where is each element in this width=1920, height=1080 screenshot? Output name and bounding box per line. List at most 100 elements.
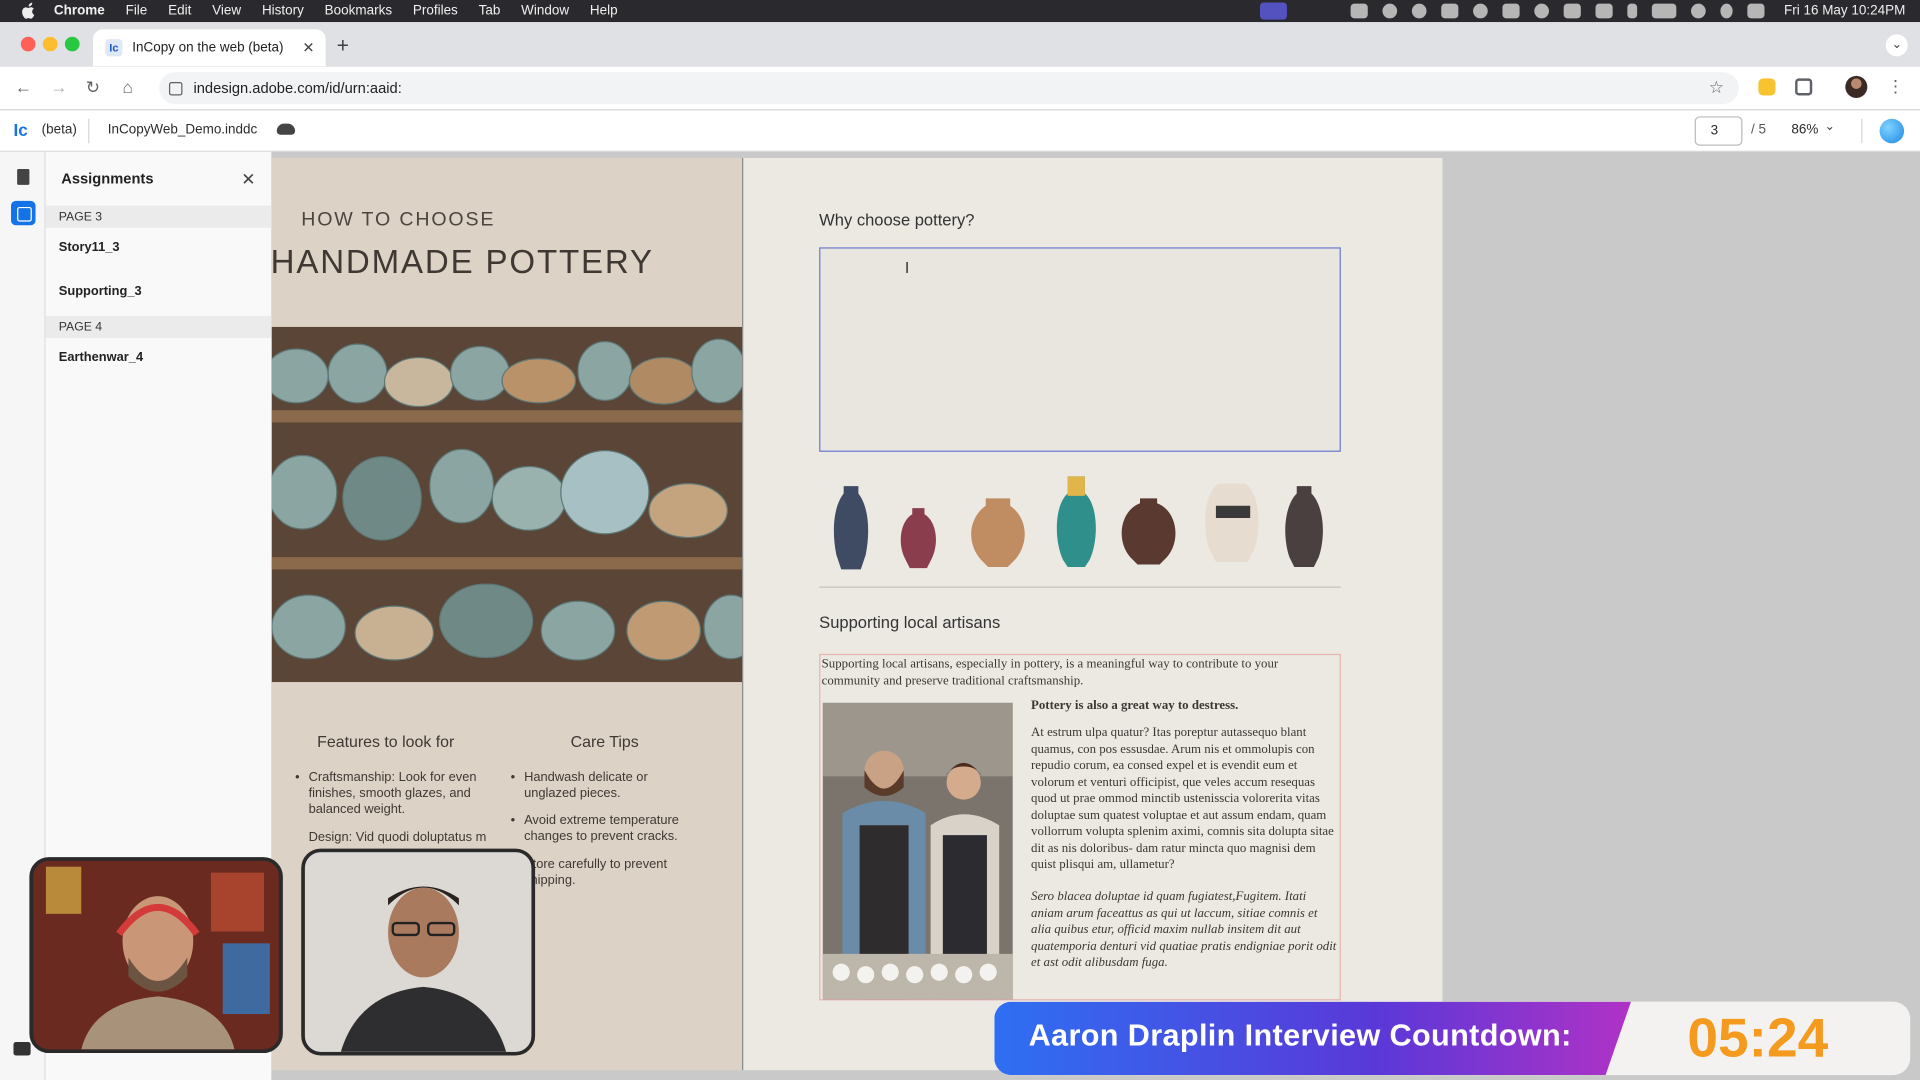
extension-icon[interactable] [1758, 78, 1776, 96]
page-kicker[interactable]: HOW TO CHOOSE [301, 209, 495, 231]
back-arrow-icon[interactable]: ← [15, 77, 32, 97]
divider-rule [819, 586, 1341, 588]
document-icon[interactable] [11, 167, 35, 191]
menu-profiles[interactable]: Profiles [413, 4, 458, 19]
artisans-heading[interactable]: Supporting local artisans [819, 613, 1000, 631]
page-3-right: Why choose pottery? I Supporting local a… [742, 157, 1443, 1071]
control-center-icon[interactable] [1747, 3, 1765, 19]
grammarly-icon[interactable] [1473, 3, 1488, 19]
browser-toolbar: ← → ↻ ⌂ indesign.adobe.com/id/urn:aaid: … [0, 66, 1920, 111]
features-bullet[interactable]: Craftsmanship: Look for even finishes, s… [295, 770, 490, 818]
countdown-label: Aaron Draplin Interview Countdown: [1028, 1018, 1572, 1054]
macos-menu-bar: Chrome File Edit View History Bookmarks … [0, 0, 1920, 23]
menu-tab[interactable]: Tab [479, 4, 501, 19]
screen: Chrome File Edit View History Bookmarks … [0, 0, 1920, 1080]
window-zoom-button[interactable] [64, 36, 80, 52]
care-tip-bullet[interactable]: Store carefully to prevent chipping. [511, 857, 695, 889]
panel-close-icon[interactable]: ✕ [241, 169, 255, 190]
wifi-icon[interactable] [1690, 3, 1706, 19]
menu-clock[interactable]: Fri 16 May 10:24PM [1784, 4, 1905, 19]
moon-icon[interactable] [1534, 3, 1549, 19]
assignment-item-supporting-3[interactable]: Supporting_3 [59, 284, 142, 299]
user-avatar-icon[interactable] [1879, 118, 1905, 144]
font-icon[interactable] [1502, 3, 1520, 19]
menu-window[interactable]: Window [521, 4, 569, 19]
volume-icon[interactable] [1563, 3, 1581, 19]
bookmark-star-icon[interactable]: ☆ [1709, 77, 1724, 98]
divider [1861, 118, 1863, 144]
menu-help[interactable]: Help [590, 4, 618, 19]
profile-avatar-icon[interactable] [1845, 75, 1868, 98]
features-heading[interactable]: Features to look for [317, 732, 454, 750]
new-tab-button[interactable]: + [337, 34, 349, 58]
menu-edit[interactable]: Edit [168, 4, 191, 19]
extensions-puzzle-icon[interactable] [1795, 78, 1813, 96]
webcam-feed-2 [301, 848, 536, 1056]
zoom-chevron-down-icon[interactable]: ⌄ [1824, 120, 1834, 133]
battery-icon[interactable] [1651, 3, 1677, 19]
display-icon[interactable] [1595, 3, 1613, 19]
spotlight-icon[interactable] [1720, 3, 1733, 19]
webcam-feed-1 [29, 857, 283, 1054]
tab-close-icon[interactable]: ✕ [302, 39, 314, 56]
page-number-input[interactable]: 3 [1694, 116, 1743, 146]
incopy-app-bar: Ic (beta) InCopyWeb_Demo.inddc 3 / 5 86%… [0, 110, 1920, 152]
apple-logo-icon[interactable] [20, 2, 37, 19]
pottery-shelf-image[interactable] [271, 326, 743, 683]
countdown-label-bg: Aaron Draplin Interview Countdown: [994, 1001, 1632, 1076]
vases-image[interactable] [819, 474, 1341, 572]
status-icons: Fri 16 May 10:24PM [1259, 0, 1905, 22]
zoom-level[interactable]: 86% [1791, 122, 1818, 137]
creative-cloud-icon[interactable] [1382, 3, 1398, 19]
beta-label: (beta) [41, 122, 77, 138]
menu-app-name[interactable]: Chrome [54, 4, 105, 19]
icloud-icon[interactable] [1441, 3, 1459, 19]
menu-history[interactable]: History [262, 4, 304, 19]
destress-line[interactable]: Pottery is also a great way to destress. [1031, 698, 1238, 715]
assignments-icon[interactable] [11, 200, 36, 226]
countdown-banner: Aaron Draplin Interview Countdown: 05:24 [994, 1001, 1911, 1076]
care-tip-bullet[interactable]: Handwash delicate or unglazed pieces. [511, 770, 695, 802]
artisans-text-frame[interactable]: Supporting local artisans, especially in… [819, 653, 1341, 1001]
care-tips-heading[interactable]: Care Tips [571, 732, 639, 750]
browser-tab-active[interactable]: Ic InCopy on the web (beta) ✕ [93, 29, 326, 67]
panel-title: Assignments [61, 170, 154, 188]
tab-search-chevron-icon[interactable]: ⌄ [1885, 34, 1908, 57]
countdown-time: 05:24 [1687, 1006, 1829, 1069]
menu-bookmarks[interactable]: Bookmarks [325, 4, 392, 19]
menu-file[interactable]: File [126, 4, 148, 19]
cloud-sync-icon[interactable] [276, 123, 296, 135]
section-header-page-3: PAGE 3 [45, 205, 272, 228]
document-name[interactable]: InCopyWeb_Demo.inddc [108, 122, 258, 137]
page-title[interactable]: HANDMADE POTTERY [271, 244, 654, 282]
question-heading[interactable]: Why choose pottery? [819, 211, 974, 229]
assignment-item-story11-3[interactable]: Story11_3 [59, 240, 120, 255]
divider [88, 118, 90, 144]
page-total: / 5 [1751, 122, 1767, 138]
sync-icon[interactable] [1411, 3, 1427, 19]
window-minimize-button[interactable] [42, 36, 58, 52]
selected-empty-text-frame[interactable]: I [819, 247, 1341, 452]
feedback-chat-icon[interactable] [13, 1042, 31, 1056]
url-text[interactable]: indesign.adobe.com/id/urn:aaid: [193, 80, 401, 97]
bluetooth-icon[interactable] [1627, 3, 1638, 19]
body-paragraph[interactable]: At estrum ulpa quatur? Itas poreptur aut… [1031, 725, 1337, 874]
site-settings-icon[interactable] [168, 81, 183, 95]
chrome-menu-icon[interactable]: ⋮ [1887, 76, 1909, 98]
camera-icon[interactable] [1350, 3, 1368, 19]
assignment-item-earthenwar-4[interactable]: Earthenwar_4 [59, 350, 143, 365]
incopy-logo-icon[interactable]: Ic [13, 120, 27, 140]
reload-icon[interactable]: ↻ [86, 77, 100, 98]
text-cursor-icon: I [904, 258, 910, 277]
italic-paragraph[interactable]: Sero blacea doluptae id quam fugiatest,F… [1031, 889, 1337, 972]
care-tip-bullet[interactable]: Avoid extreme temperature changes to pre… [511, 813, 695, 845]
tab-title: InCopy on the web (beta) [132, 40, 284, 56]
home-icon[interactable]: ⌂ [122, 77, 132, 97]
forward-arrow-icon[interactable]: → [50, 77, 67, 97]
menu-view[interactable]: View [212, 4, 241, 19]
intro-paragraph[interactable]: Supporting local artisans, especially in… [822, 656, 1334, 689]
address-bar[interactable]: indesign.adobe.com/id/urn:aaid: ☆ [159, 72, 1739, 105]
screen-share-icon[interactable] [1259, 2, 1287, 20]
window-close-button[interactable] [20, 36, 36, 52]
artisans-photo[interactable] [822, 702, 1013, 1000]
